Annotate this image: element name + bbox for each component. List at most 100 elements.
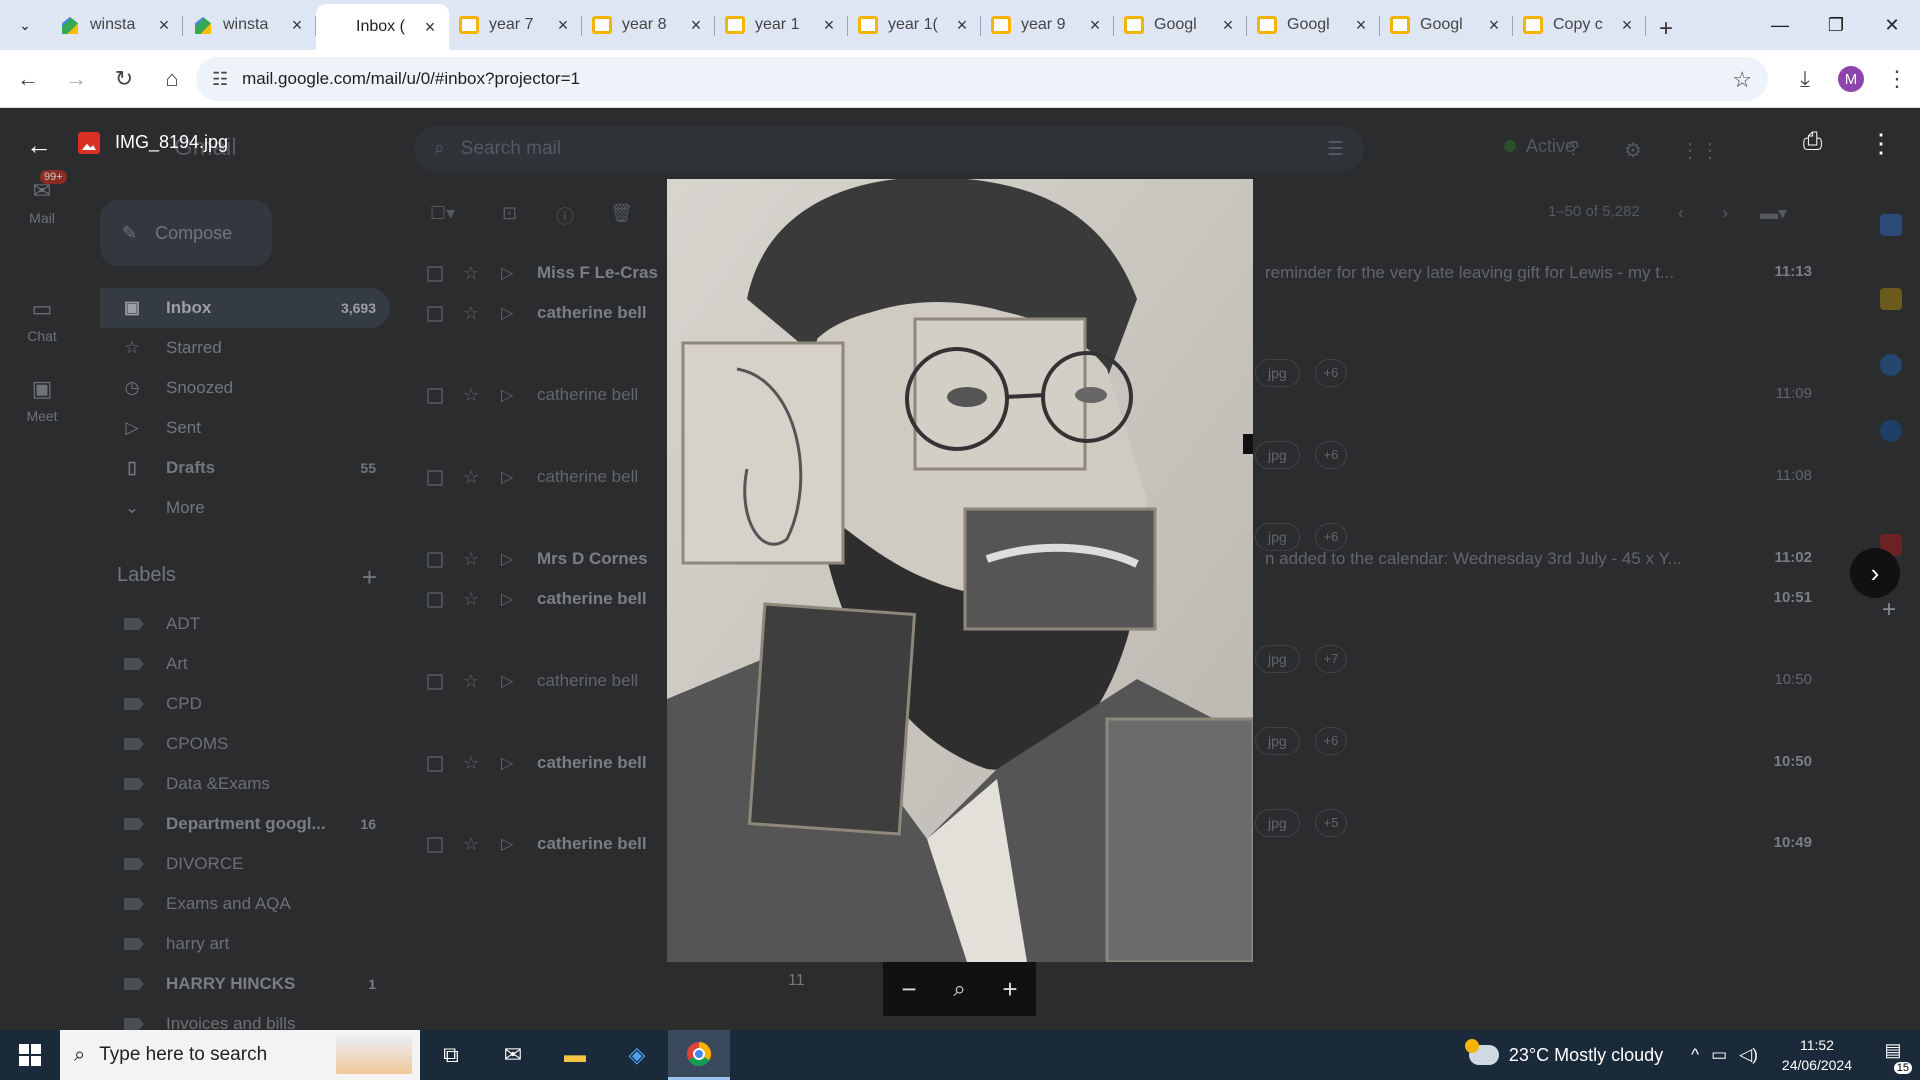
attachment-chip[interactable]: jpg xyxy=(1255,809,1300,837)
browser-tab[interactable]: Googl × xyxy=(1114,4,1247,46)
browser-tab[interactable]: Googl × xyxy=(1247,4,1380,46)
close-tab-icon[interactable]: × xyxy=(820,15,838,36)
row-checkbox[interactable] xyxy=(427,674,443,690)
important-marker-icon[interactable]: ▷ xyxy=(501,467,513,487)
mail-app-icon[interactable]: ✉ xyxy=(482,1030,544,1080)
more-attachments-chip[interactable]: +5 xyxy=(1315,809,1347,837)
row-checkbox[interactable] xyxy=(427,756,443,772)
row-checkbox[interactable] xyxy=(427,306,443,322)
label-item[interactable]: ADT xyxy=(100,604,390,644)
chrome-app-icon[interactable] xyxy=(668,1030,730,1080)
important-marker-icon[interactable]: ▷ xyxy=(501,753,513,773)
row-checkbox[interactable] xyxy=(427,592,443,608)
important-marker-icon[interactable]: ▷ xyxy=(501,589,513,609)
report-spam-icon[interactable]: ⓘ xyxy=(556,203,574,229)
close-viewer-back-icon[interactable]: ← xyxy=(26,130,52,161)
keep-icon[interactable] xyxy=(1880,288,1902,310)
browser-tab[interactable]: Copy c × xyxy=(1513,4,1646,46)
more-attachments-chip[interactable]: +6 xyxy=(1315,359,1347,387)
browser-tab[interactable]: winsta × xyxy=(183,4,316,46)
weather-widget[interactable]: 23°C Mostly cloudy xyxy=(1464,1039,1663,1066)
close-tab-icon[interactable]: × xyxy=(288,15,306,36)
more-attachments-chip[interactable]: +7 xyxy=(1315,645,1347,673)
browser-tab[interactable]: year 8 × xyxy=(582,4,715,46)
calendar-icon[interactable] xyxy=(1880,214,1902,236)
new-tab-button[interactable]: + xyxy=(1646,8,1686,50)
attachment-chip[interactable]: jpg xyxy=(1255,441,1300,469)
nav-item-more[interactable]: ⌄ More xyxy=(100,488,390,528)
download-icon[interactable]: ⤓ xyxy=(1782,66,1828,92)
close-tab-icon[interactable]: × xyxy=(155,15,173,36)
site-info-icon[interactable]: ☷ xyxy=(212,69,228,90)
important-marker-icon[interactable]: ▷ xyxy=(501,303,513,323)
browser-tab[interactable]: Googl × xyxy=(1380,4,1513,46)
input-tools-icon[interactable]: ▬▾ xyxy=(1760,203,1787,224)
browser-tab[interactable]: year 7 × xyxy=(449,4,582,46)
network-icon[interactable]: ▭ xyxy=(1711,1045,1727,1065)
browser-tab[interactable]: year 1(× xyxy=(848,4,981,46)
more-attachments-chip[interactable]: +6 xyxy=(1315,441,1347,469)
star-icon[interactable]: ☆ xyxy=(463,549,479,570)
zoom-in-button[interactable]: + xyxy=(1002,974,1017,1005)
more-attachments-chip[interactable]: +6 xyxy=(1315,523,1347,551)
important-marker-icon[interactable]: ▷ xyxy=(501,834,513,854)
nav-item-sent[interactable]: ▷ Sent xyxy=(100,408,390,448)
star-icon[interactable]: ☆ xyxy=(463,303,479,324)
star-icon[interactable]: ☆ xyxy=(463,263,479,284)
attachment-chip[interactable]: jpg xyxy=(1255,523,1300,551)
more-options-icon[interactable]: ⋮ xyxy=(1868,128,1894,159)
close-tab-icon[interactable]: × xyxy=(1485,15,1503,36)
label-item[interactable]: Department googl... 16 xyxy=(100,804,390,844)
select-all-checkbox[interactable]: ☐▾ xyxy=(430,203,455,224)
label-item[interactable]: Exams and AQA xyxy=(100,884,390,924)
nav-item-snoozed[interactable]: ◷ Snoozed xyxy=(100,368,390,408)
nav-item-inbox[interactable]: ▣ Inbox 3,693 xyxy=(100,288,390,328)
attachment-chip[interactable]: jpg xyxy=(1255,727,1300,755)
browser-tab[interactable]: year 1 × xyxy=(715,4,848,46)
get-addons-icon[interactable]: + xyxy=(1882,596,1896,624)
archive-icon[interactable]: ⊡ xyxy=(502,203,517,224)
important-marker-icon[interactable]: ▷ xyxy=(501,263,513,283)
label-item[interactable]: CPOMS xyxy=(100,724,390,764)
browser-menu-icon[interactable]: ⋮ xyxy=(1874,66,1920,92)
forward-button[interactable]: → xyxy=(56,59,96,99)
row-checkbox[interactable] xyxy=(427,470,443,486)
label-item[interactable]: Art xyxy=(100,644,390,684)
newer-icon[interactable]: › xyxy=(1722,203,1728,224)
label-item[interactable]: Data &Exams xyxy=(100,764,390,804)
star-icon[interactable]: ☆ xyxy=(463,385,479,406)
label-item[interactable]: CPD xyxy=(100,684,390,724)
volume-icon[interactable]: ◁) xyxy=(1739,1045,1758,1065)
next-attachment-button[interactable]: › xyxy=(1850,548,1900,598)
zoom-out-button[interactable]: − xyxy=(901,974,916,1005)
reload-button[interactable]: ↻ xyxy=(104,59,144,99)
delete-icon[interactable]: 🗑 xyxy=(610,203,633,224)
row-checkbox[interactable] xyxy=(427,266,443,282)
close-tab-icon[interactable]: × xyxy=(1352,15,1370,36)
label-item[interactable]: HARRY HINCKS 1 xyxy=(100,964,390,1004)
clock[interactable]: 11:52 24/06/2024 xyxy=(1782,1035,1852,1075)
show-hidden-icons-chevron[interactable]: ^ xyxy=(1691,1045,1699,1065)
zoom-reset-magnifier-icon[interactable]: ⌕ xyxy=(953,976,965,1002)
tasks-icon[interactable] xyxy=(1880,354,1902,376)
row-checkbox[interactable] xyxy=(427,552,443,568)
row-checkbox[interactable] xyxy=(427,837,443,853)
important-marker-icon[interactable]: ▷ xyxy=(501,671,513,691)
important-marker-icon[interactable]: ▷ xyxy=(501,385,513,405)
contacts-icon[interactable] xyxy=(1880,420,1902,442)
rail-mail[interactable]: ✉ 99+ Mail xyxy=(0,170,84,226)
row-checkbox[interactable] xyxy=(427,388,443,404)
taskbar-search-box[interactable]: ⌕ Type here to search xyxy=(60,1030,420,1080)
compose-button[interactable]: ✎ Compose xyxy=(100,200,272,266)
attachment-chip[interactable]: jpg xyxy=(1255,645,1300,673)
file-explorer-icon[interactable]: ▬ xyxy=(544,1030,606,1080)
star-icon[interactable]: ☆ xyxy=(463,467,479,488)
home-button[interactable]: ⌂ xyxy=(152,59,192,99)
close-tab-icon[interactable]: × xyxy=(554,15,572,36)
profile-avatar[interactable]: M xyxy=(1838,66,1864,92)
task-view-icon[interactable]: ⧉ xyxy=(420,1030,482,1080)
star-icon[interactable]: ☆ xyxy=(463,834,479,855)
bookmark-star-icon[interactable]: ☆ xyxy=(1732,67,1752,93)
star-icon[interactable]: ☆ xyxy=(463,671,479,692)
more-attachments-chip[interactable]: +6 xyxy=(1315,727,1347,755)
